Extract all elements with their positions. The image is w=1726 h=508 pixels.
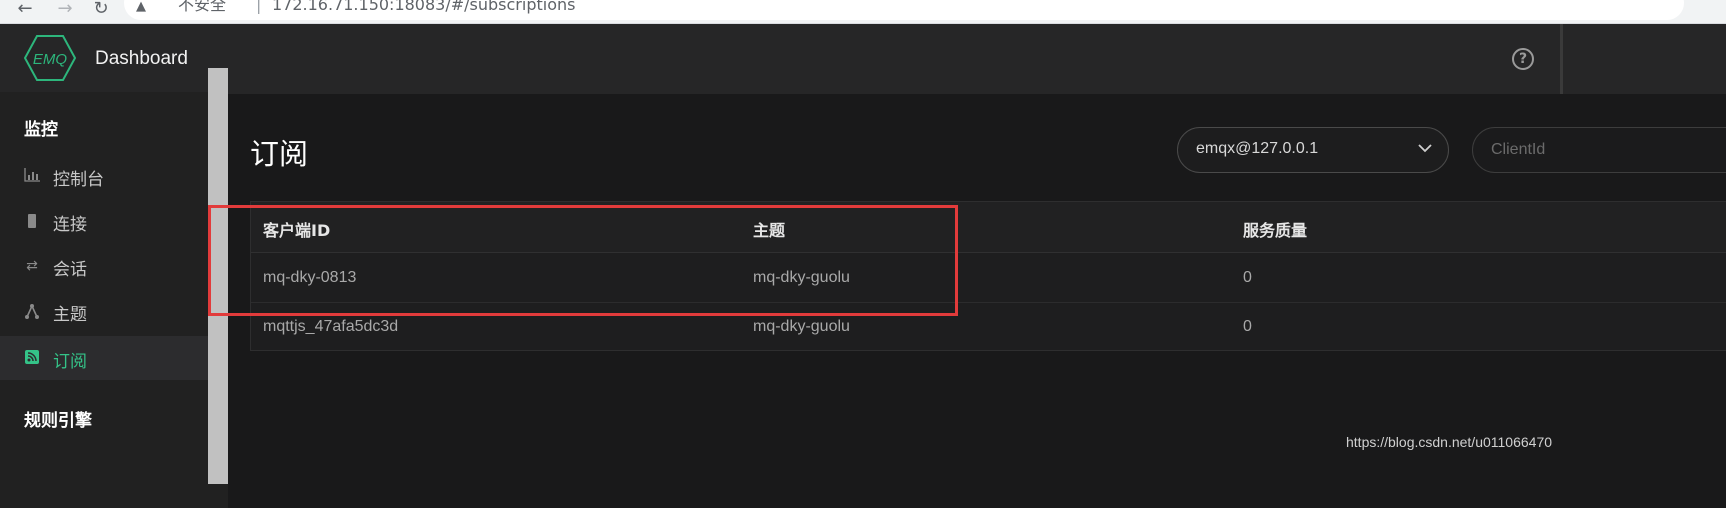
annotation-highlight-box [208, 205, 958, 316]
sidebar-item-label: 主题 [53, 305, 87, 325]
logo-area[interactable]: EMQ Dashboard [0, 24, 228, 92]
sidebar-item-sessions[interactable]: ⇄ 会话 [0, 244, 228, 288]
chevron-down-icon [1418, 138, 1432, 157]
header-divider [1560, 24, 1563, 94]
menu-section-rule-engine[interactable]: 规则引擎 [24, 406, 92, 431]
cell-qos: 0 [1243, 318, 1252, 335]
sidebar-item-topics[interactable]: 主题 [0, 289, 228, 333]
sidebar-item-subscriptions[interactable]: 订阅 [0, 336, 228, 380]
back-arrow-icon[interactable]: ← [12, 0, 38, 20]
url-text[interactable]: 172.16.71.150:18083/#/subscriptions [272, 0, 575, 13]
cell-qos: 0 [1243, 269, 1252, 286]
logo-text: EMQ [33, 51, 68, 68]
reload-icon[interactable]: ↻ [88, 0, 114, 20]
watermark: https://blog.csdn.net/u011066470 [1346, 434, 1553, 450]
sidebar-item-connections[interactable]: 连接 [0, 199, 228, 243]
sidebar-item-label: 订阅 [53, 352, 87, 372]
bar-chart-icon [24, 168, 40, 184]
sidebar-item-dashboard[interactable]: 控制台 [0, 154, 228, 198]
swap-arrows-icon: ⇄ [26, 258, 38, 274]
column-header-qos[interactable]: 服务质量 [1243, 217, 1307, 241]
node-select[interactable]: emqx@127.0.0.1 [1177, 127, 1449, 173]
sidebar-item-label: 控制台 [53, 170, 104, 190]
rss-icon [24, 350, 40, 366]
cell-client-id: mqttjs_47afa5dc3d [263, 318, 399, 335]
forward-arrow-icon[interactable]: → [52, 0, 78, 20]
emq-logo-icon: EMQ [24, 35, 76, 81]
sidebar-item-label: 连接 [53, 215, 87, 235]
chip-icon [24, 213, 40, 229]
security-label[interactable]: 不安全 [178, 0, 226, 13]
clientid-search-input[interactable] [1472, 127, 1726, 173]
sidebar-item-label: 会话 [53, 260, 87, 280]
topic-nodes-icon [24, 303, 40, 319]
cell-topic: mq-dky-guolu [753, 318, 850, 335]
url-separator: | [256, 0, 262, 14]
page-title: 订阅 [250, 137, 309, 171]
app-title: Dashboard [95, 48, 188, 69]
top-header [228, 24, 1726, 94]
warning-icon[interactable]: ▲ [136, 0, 146, 13]
help-circle-icon[interactable]: ? [1512, 48, 1534, 70]
browser-toolbar: ← → ↻ ▲ 不安全 | 172.16.71.150:18083/#/subs… [0, 0, 1726, 24]
menu-section-monitor: 监控 [24, 120, 58, 140]
node-select-value: emqx@127.0.0.1 [1196, 140, 1319, 157]
